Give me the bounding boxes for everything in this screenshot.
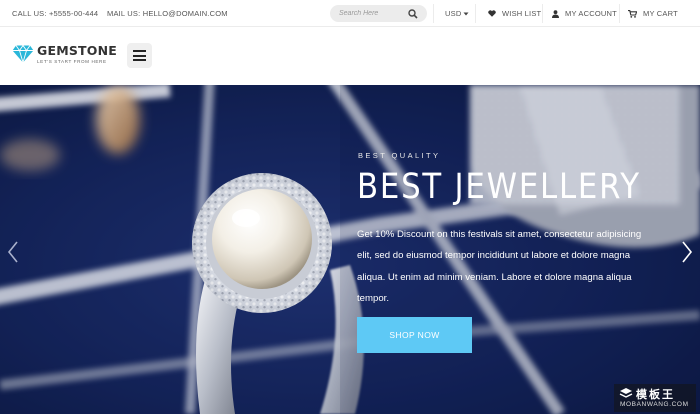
search-icon[interactable]	[407, 8, 419, 20]
shop-now-button[interactable]: SHOP NOW	[357, 317, 472, 353]
wishlist-label: WISH LIST	[502, 9, 542, 18]
user-icon	[552, 9, 559, 18]
my-account-link[interactable]: MY ACCOUNT	[552, 9, 617, 18]
divider	[542, 4, 543, 23]
call-us-text: CALL US: +5555-00-444	[12, 9, 99, 18]
watermark-cn-text: 模板王	[636, 388, 675, 401]
menu-line	[133, 59, 146, 61]
diamond-logo-icon	[12, 45, 34, 63]
site-header: GEMSTONE LET'S START FROM HERE	[0, 27, 700, 85]
brand-name: GEMSTONE	[37, 43, 117, 58]
divider	[475, 4, 476, 23]
menu-line	[133, 50, 146, 52]
wishlist-link[interactable]: WISH LIST	[488, 9, 541, 18]
menu-line	[133, 54, 146, 57]
watermark: 模板王 MOBANWANG.COM	[614, 384, 696, 412]
my-account-label: MY ACCOUNT	[565, 9, 617, 18]
mail-us-text: MAIL US: HELLO@DOMAIN.COM	[107, 9, 228, 18]
my-cart-label: MY CART	[643, 9, 678, 18]
currency-dropdown[interactable]: USD	[445, 9, 469, 18]
my-cart-link[interactable]: MY CART	[628, 9, 678, 18]
brand-tagline: LET'S START FROM HERE	[37, 59, 107, 64]
hero-headline: BEST JEWELLERY	[357, 167, 641, 207]
hamburger-menu-button[interactable]	[127, 43, 152, 68]
cart-icon	[628, 9, 637, 18]
hero-description: Get 10% Discount on this festivals sit a…	[357, 229, 642, 304]
hero-slider: BEST QUALITY BEST JEWELLERY Get 10% Disc…	[0, 85, 700, 414]
watermark-logo-icon	[619, 388, 633, 398]
slider-prev-icon[interactable]	[7, 241, 19, 263]
divider	[619, 4, 620, 23]
currency-label: USD	[445, 9, 462, 18]
divider	[433, 4, 434, 23]
logo[interactable]: GEMSTONE LET'S START FROM HERE	[12, 44, 117, 64]
top-bar: CALL US: +5555-00-444 MAIL US: HELLO@DOM…	[0, 0, 700, 27]
caret-down-icon	[463, 12, 469, 15]
slider-next-icon[interactable]	[681, 241, 693, 263]
hero-kicker: BEST QUALITY	[358, 151, 441, 160]
heart-icon	[488, 10, 496, 17]
watermark-url-text: MOBANWANG.COM	[620, 401, 689, 408]
